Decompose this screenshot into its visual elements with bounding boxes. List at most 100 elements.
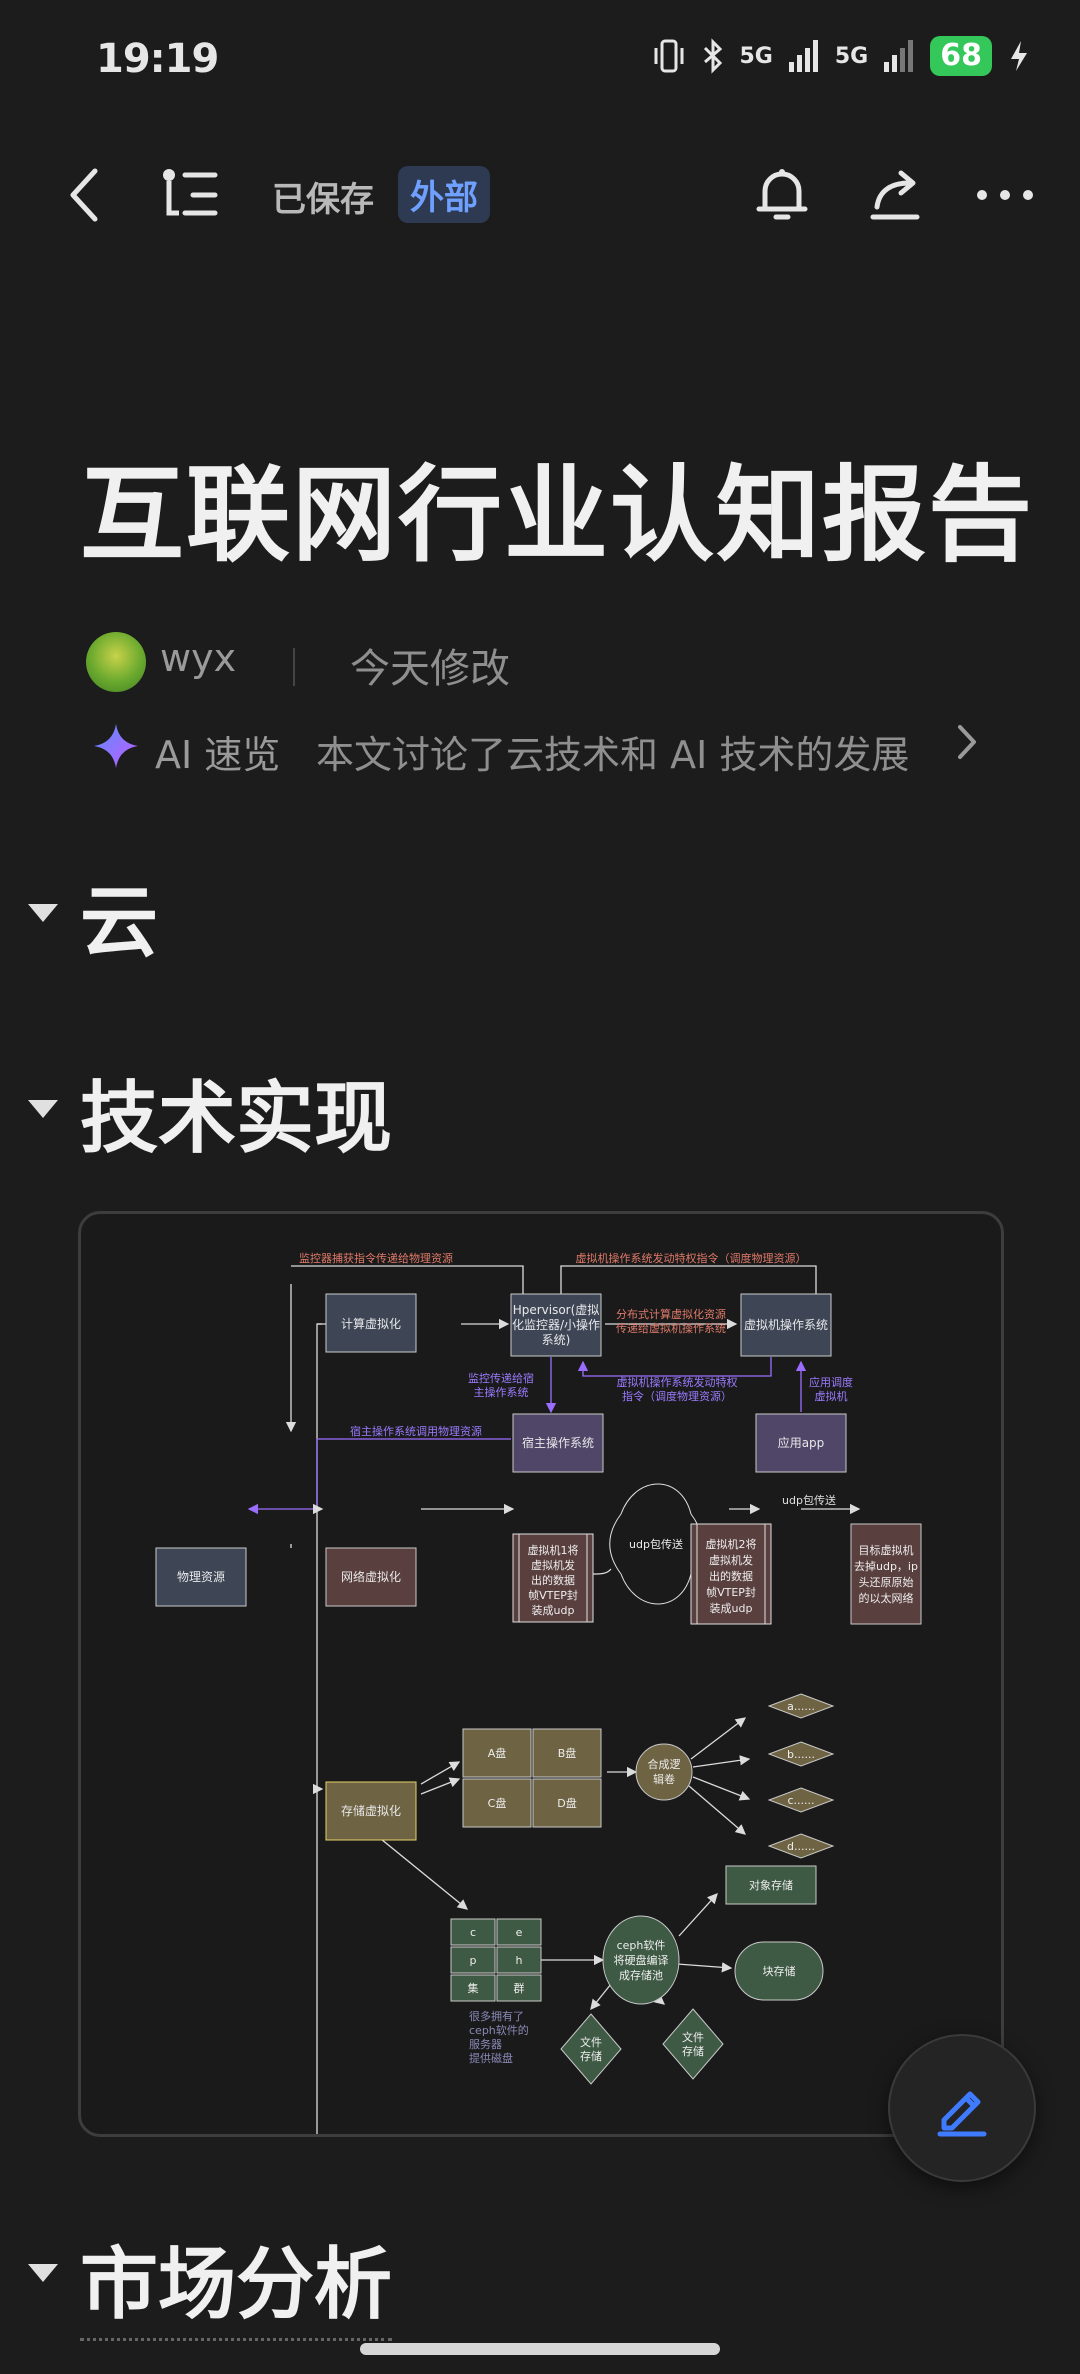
svg-text:集: 集	[468, 1981, 479, 1995]
edge-label: 虚拟机操作系统发动特权	[617, 1375, 738, 1389]
author-avatar[interactable]	[86, 632, 146, 692]
svg-text:的以太网络: 的以太网络	[859, 1591, 914, 1605]
status-time: 19:19	[96, 36, 219, 82]
node-vm1: 虚拟机1将 虚拟机发 出的数据 帧VTEP封 装成udp	[512, 1533, 594, 1623]
svg-text:去掉udp，ip: 去掉udp，ip	[854, 1559, 918, 1573]
svg-text:A盘: A盘	[488, 1746, 507, 1760]
svg-text:e: e	[516, 1926, 523, 1939]
node-target-vm: 目标虚拟机 去掉udp，ip 头还原原始 的以太网络	[850, 1523, 922, 1625]
back-button[interactable]	[50, 160, 120, 230]
edge-label: 监控器捕获指令传递给物理资源	[299, 1251, 453, 1265]
svg-text:虚拟机1将: 虚拟机1将	[528, 1543, 579, 1557]
external-badge[interactable]: 外部	[398, 166, 490, 223]
heading-cloud[interactable]: 云	[80, 860, 158, 972]
pencil-icon	[937, 2091, 987, 2137]
svg-text:出的数据: 出的数据	[709, 1569, 753, 1583]
cluster-note: 很多拥有了	[469, 2009, 524, 2023]
svg-text:udp包传送: udp包传送	[629, 1537, 683, 1551]
modified-time: 今天修改	[350, 646, 510, 692]
node-compute-virtualization: 计算虚拟化	[325, 1293, 417, 1353]
cluster-note: 提供磁盘	[469, 2051, 513, 2065]
signal-5g-label-1: 5G	[739, 43, 773, 69]
node-disk-d: D盘	[532, 1778, 602, 1828]
svg-text:C盘: C盘	[488, 1796, 507, 1810]
sparkle-icon	[92, 722, 140, 774]
svg-text:虚拟机发: 虚拟机发	[531, 1558, 575, 1572]
node-output-d: d......	[767, 1833, 835, 1859]
svg-text:Hpervisor(虚拟: Hpervisor(虚拟	[513, 1303, 600, 1317]
vibrate-icon	[654, 39, 683, 73]
collapse-toggle-icon[interactable]	[28, 904, 58, 922]
node-hypervisor: Hpervisor(虚拟 化监控器/小操作 系统)	[510, 1293, 602, 1357]
heading-tech[interactable]: 技术实现	[80, 1056, 392, 1168]
author-name[interactable]: wyx	[160, 636, 236, 680]
node-logical-volume: 合成逻 辑卷	[635, 1743, 693, 1801]
edge-label: 虚拟机操作系统发动特权指令（调度物理资源）	[576, 1251, 807, 1265]
svg-text:a......: a......	[787, 1700, 815, 1713]
battery-level: 68	[930, 36, 992, 76]
notification-button[interactable]	[747, 160, 817, 230]
bell-icon	[756, 169, 808, 220]
heading-market[interactable]: 市场分析	[80, 2222, 393, 2341]
node-output-a: a......	[767, 1693, 835, 1719]
node-disk-c: C盘	[462, 1778, 532, 1828]
svg-text:h: h	[516, 1954, 523, 1967]
svg-text:p: p	[470, 1954, 477, 1967]
flowchart-embed[interactable]: 监控器捕获指令传递给物理资源 虚拟机操作系统发动特权指令（调度物理资源） 分布式…	[78, 1211, 1004, 2137]
edge-label: 传递给虚拟机操作系统	[616, 1321, 726, 1335]
svg-text:帧VTEP封: 帧VTEP封	[706, 1585, 756, 1599]
svg-text:存储: 存储	[682, 2044, 704, 2058]
edge-label: 指令（调度物理资源）	[622, 1389, 732, 1403]
home-indicator[interactable]	[360, 2343, 720, 2355]
svg-text:文件: 文件	[682, 2030, 704, 2044]
node-disk-b: B盘	[532, 1728, 602, 1778]
node-file-storage-2: 文件 存储	[662, 2008, 724, 2080]
collapse-toggle-icon[interactable]	[28, 1100, 58, 1118]
document-title[interactable]: 互联网行业认知报告	[80, 430, 1034, 581]
edge-label: 监控传递给宿	[468, 1371, 534, 1385]
svg-text:将硬盘编译: 将硬盘编译	[614, 1953, 669, 1967]
node-vm2: 虚拟机2将 虚拟机发 出的数据 帧VTEP封 装成udp	[690, 1523, 772, 1625]
chevron-right-icon[interactable]	[955, 722, 979, 772]
node-disk-a: A盘	[462, 1728, 532, 1778]
svg-text:系统): 系统)	[542, 1333, 571, 1347]
svg-text:文件: 文件	[580, 2035, 602, 2049]
svg-text:群: 群	[514, 1981, 525, 1995]
more-button[interactable]	[970, 160, 1040, 230]
node-ceph: ceph软件 将硬盘编译 成存储池	[602, 1915, 680, 2005]
edge-label: 分布式计算虚拟化资源	[616, 1307, 726, 1321]
flowchart-diagram: 监控器捕获指令传递给物理资源 虚拟机操作系统发动特权指令（调度物理资源） 分布式…	[155, 1251, 922, 2134]
share-icon	[870, 170, 920, 220]
ai-summary-label[interactable]: AI 速览	[155, 724, 280, 779]
svg-text:头还原原始: 头还原原始	[859, 1575, 914, 1589]
svg-text:d......: d......	[787, 1840, 815, 1853]
saved-status: 已保存	[272, 180, 374, 220]
node-output-b: b......	[767, 1741, 835, 1767]
svg-text:虚拟机操作系统: 虚拟机操作系统	[744, 1317, 828, 1332]
signal-bars-icon-2	[884, 40, 914, 72]
node-block-storage: 块存储	[734, 1941, 824, 2001]
svg-text:化监控器/小操作: 化监控器/小操作	[512, 1317, 600, 1332]
svg-text:出的数据: 出的数据	[531, 1573, 575, 1587]
edge-label: 宿主操作系统调用物理资源	[350, 1424, 482, 1438]
outline-icon	[163, 169, 218, 216]
chevron-left-icon	[70, 168, 98, 222]
svg-text:块存储: 块存储	[763, 1964, 796, 1978]
outline-button[interactable]	[155, 160, 225, 230]
edit-button[interactable]	[888, 2034, 1036, 2182]
svg-text:帧VTEP封: 帧VTEP封	[528, 1588, 578, 1602]
charging-icon	[1011, 41, 1027, 71]
share-button[interactable]	[860, 160, 930, 230]
svg-text:装成udp: 装成udp	[532, 1604, 575, 1617]
node-host-os: 宿主操作系统	[512, 1413, 604, 1473]
node-output-c: c......	[767, 1787, 835, 1813]
collapse-toggle-icon[interactable]	[28, 2264, 58, 2282]
ai-summary-text[interactable]: 本文讨论了云技术和 AI 技术的发展	[316, 724, 941, 779]
svg-text:c: c	[470, 1926, 476, 1939]
svg-text:B盘: B盘	[558, 1746, 577, 1760]
svg-text:装成udp: 装成udp	[710, 1602, 753, 1615]
node-object-storage: 对象存储	[725, 1865, 817, 1905]
edge-label: 主操作系统	[474, 1385, 529, 1399]
svg-text:c......: c......	[787, 1794, 814, 1807]
node-file-storage-1: 文件 存储	[560, 2013, 622, 2085]
